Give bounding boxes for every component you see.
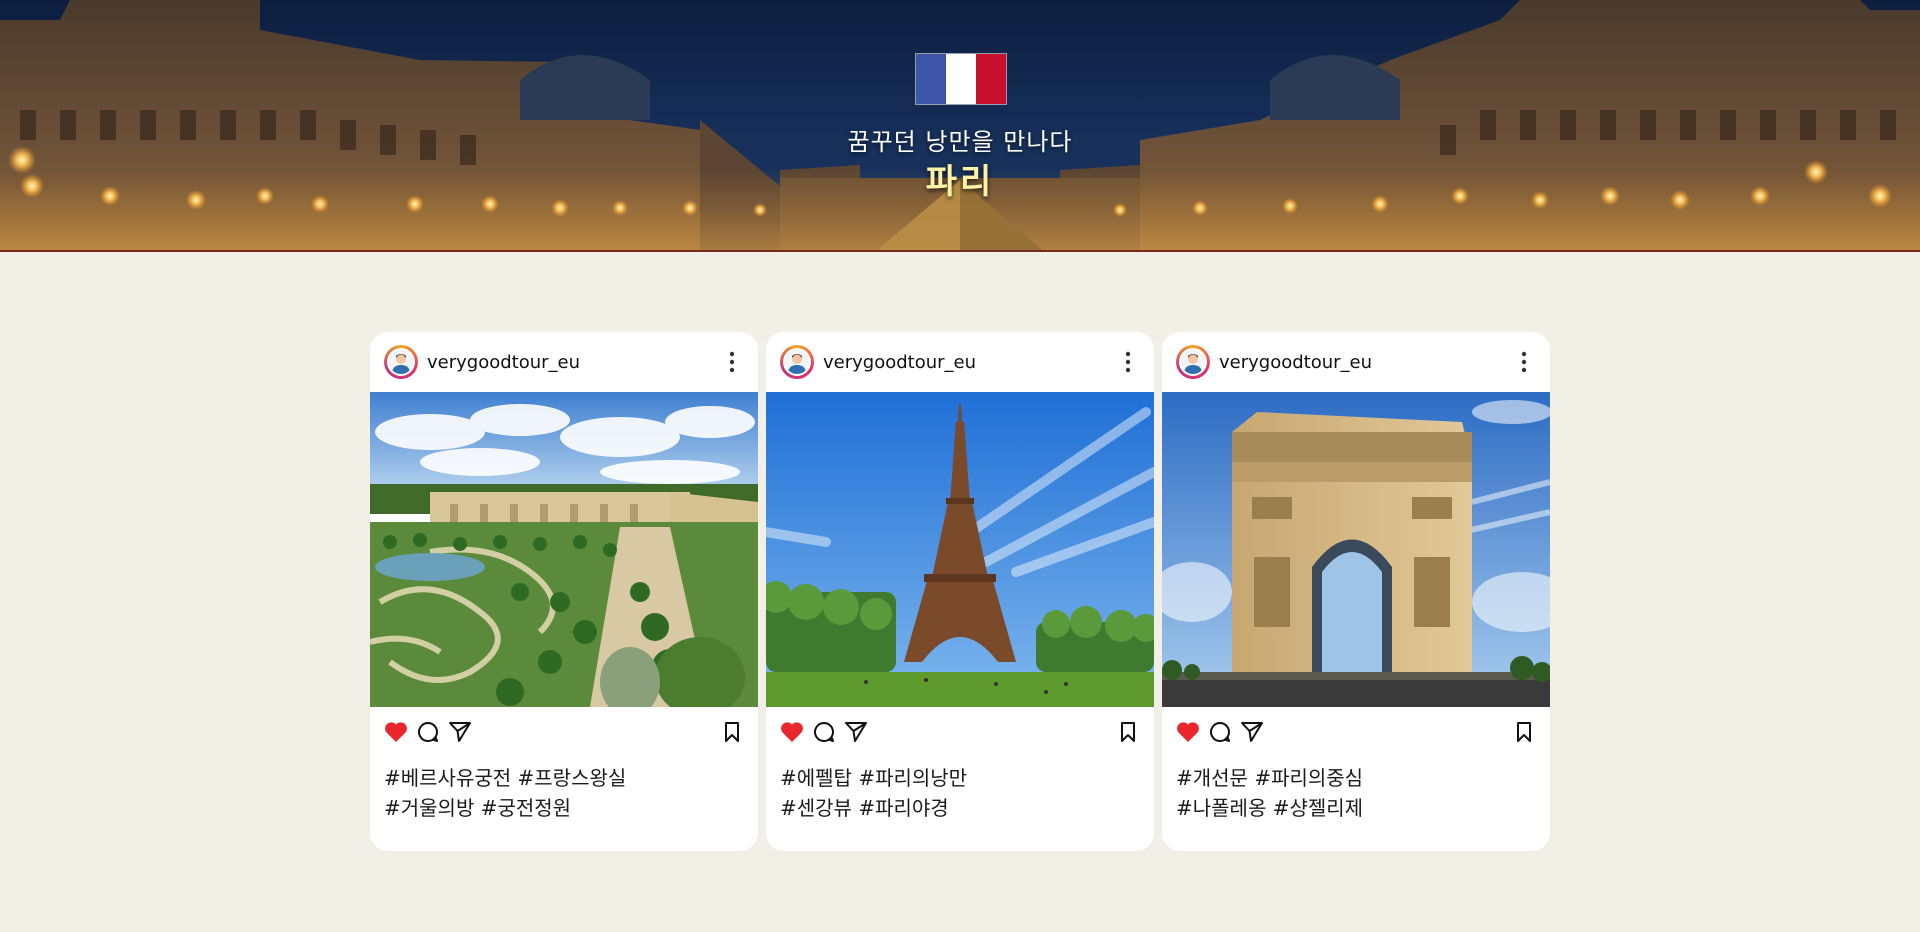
post-caption: #개선문 #파리의중심 #나폴레옹 #샹젤리제	[1162, 757, 1550, 823]
post-actions	[1162, 707, 1550, 757]
france-flag	[915, 53, 1007, 105]
username[interactable]: verygoodtour_eu	[427, 352, 580, 373]
bookmark-icon[interactable]	[1512, 720, 1536, 744]
post-card: verygoodtour_eu	[370, 332, 758, 851]
post-caption: #에펠탑 #파리의낭만 #센강뷰 #파리야경	[766, 757, 1154, 823]
avatar-image	[1179, 348, 1207, 376]
caption-line: #나폴레옹 #샹젤리제	[1176, 796, 1364, 820]
send-icon[interactable]	[1240, 720, 1264, 744]
comment-icon[interactable]	[812, 720, 836, 744]
caption-line: #센강뷰 #파리야경	[780, 796, 949, 820]
post-card: verygoodtour_eu	[1162, 332, 1550, 851]
hero-banner: 꿈꾸던 낭만을 만나다 파리	[0, 0, 1920, 252]
post-caption: #베르사유궁전 #프랑스왕실 #거울의방 #궁전정원	[370, 757, 758, 823]
avatar-image	[783, 348, 811, 376]
flag-stripe-red	[976, 54, 1006, 104]
post-header: verygoodtour_eu	[766, 332, 1154, 392]
post-header: verygoodtour_eu	[370, 332, 758, 392]
username[interactable]: verygoodtour_eu	[1219, 352, 1372, 373]
caption-line: #거울의방 #궁전정원	[384, 796, 572, 820]
heart-icon[interactable]	[384, 720, 408, 744]
arc-de-triomphe-photo[interactable]	[1162, 392, 1550, 707]
bookmark-icon[interactable]	[720, 720, 744, 744]
eiffel-tower-photo[interactable]	[766, 392, 1154, 707]
post-actions	[766, 707, 1154, 757]
more-vertical-icon[interactable]	[1116, 347, 1140, 377]
avatar[interactable]	[1176, 345, 1210, 379]
post-header: verygoodtour_eu	[1162, 332, 1550, 392]
send-icon[interactable]	[448, 720, 472, 744]
more-vertical-icon[interactable]	[1512, 347, 1536, 377]
caption-line: #에펠탑 #파리의낭만	[780, 766, 968, 790]
versailles-garden-photo[interactable]	[370, 392, 758, 707]
send-icon[interactable]	[844, 720, 868, 744]
bookmark-icon[interactable]	[1116, 720, 1140, 744]
more-vertical-icon[interactable]	[720, 347, 744, 377]
caption-line: #베르사유궁전 #프랑스왕실	[384, 766, 627, 790]
caption-line: #개선문 #파리의중심	[1176, 766, 1364, 790]
hero-divider	[0, 250, 1920, 252]
username[interactable]: verygoodtour_eu	[823, 352, 976, 373]
hero-subtitle: 꿈꾸던 낭만을 만나다	[847, 128, 1073, 156]
comment-icon[interactable]	[416, 720, 440, 744]
heart-icon[interactable]	[1176, 720, 1200, 744]
avatar[interactable]	[780, 345, 814, 379]
avatar[interactable]	[384, 345, 418, 379]
heart-icon[interactable]	[780, 720, 804, 744]
flag-stripe-white	[946, 54, 976, 104]
hero-title: 파리	[925, 162, 995, 202]
post-actions	[370, 707, 758, 757]
post-cards: verygoodtour_eu #베르사유궁전 #프랑스왕실 #거울의방 #궁전…	[370, 332, 1550, 851]
post-card: verygoodtour_eu	[766, 332, 1154, 851]
flag-stripe-blue	[916, 54, 946, 104]
avatar-image	[387, 348, 415, 376]
comment-icon[interactable]	[1208, 720, 1232, 744]
